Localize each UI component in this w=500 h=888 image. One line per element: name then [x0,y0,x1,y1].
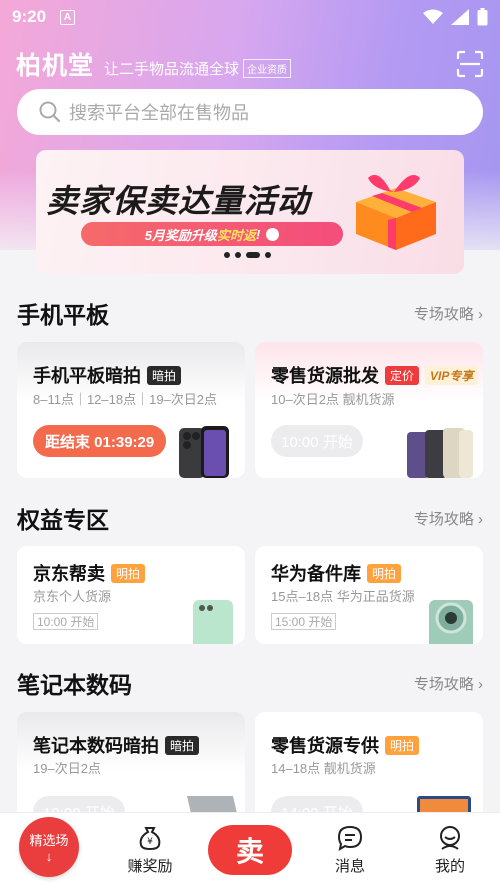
card-tag: 明拍 [385,735,420,755]
section-laptops-header: 笔记本数码 专场攻略 › [17,668,483,698]
section-guide-link[interactable]: 专场攻略 › [414,508,483,529]
card-title-text: 京东帮卖 [33,564,105,584]
money-bag-icon: ¥ [139,827,161,851]
card-tag: 暗拍 [165,735,200,755]
status-icons [423,8,488,26]
card-title: 京东帮卖 明拍 [33,560,146,586]
section-rights-header: 权益专区 专场攻略 › [17,503,483,533]
nav-messages[interactable]: 消息 [310,813,390,888]
vip-tag: VIP专享 [425,365,479,385]
svg-text:¥: ¥ [147,837,153,847]
huawei-phone-image [429,600,473,644]
card-subtitle: 京东个人货源 [33,589,112,604]
card-title-text: 手机平板暗拍 [33,366,141,386]
card-subtitle: 14–18点 靓机货源 [271,761,376,776]
pagination-dot[interactable] [224,252,230,258]
card-subtitle: 10–次日2点 靓机货源 [271,392,395,407]
card-subtitle: 15点–18点 华为正品货源 [271,589,415,604]
start-time-box: 15:00 开始 [271,613,337,630]
card-title-text: 零售货源专供 [271,736,379,756]
section-title: 笔记本数码 [17,672,132,698]
nav-mine[interactable]: 我的 [410,813,490,888]
enterprise-qualification-link[interactable]: 企业资质 [243,58,292,78]
card-title-text: 笔记本数码暗拍 [33,736,159,756]
card-title: 笔记本数码暗拍 暗拍 [33,732,200,758]
section-guide-link[interactable]: 专场攻略 › [414,673,483,694]
nav-mine-label: 我的 [434,858,465,875]
card-title: 零售货源专供 明拍 [271,732,420,758]
section-title: 权益专区 [17,507,109,533]
phone-product-image [179,426,229,478]
app-slogan: 让二手物品流通全球 [104,60,240,78]
start-time-box: 10:00 开始 [33,613,99,630]
card-subtitle: 8–11点｜12–18点｜19–次日2点 [33,392,218,407]
retail-wholesale-card[interactable]: 零售货源批发 定价 VIP专享 10–次日2点 靓机货源 10:00 开始 [255,342,483,478]
pagination-dot[interactable] [265,252,271,258]
card-title: 手机平板暗拍 暗拍 [33,362,182,388]
pagination-dot-active[interactable] [246,252,260,258]
banner-pagination [224,252,271,258]
nav-rewards[interactable]: ¥ 赚奖励 [110,813,190,888]
section-guide-link[interactable]: 专场攻略 › [414,303,483,324]
card-title-text: 华为备件库 [271,564,361,584]
banner-pill: 5月奖励升级 实时返 ! [81,222,343,246]
gift-box-icon [356,174,436,250]
arrow-circle-icon [266,227,280,241]
battery-icon [477,8,488,26]
status-bar: 9:20 A [0,0,500,34]
signal-icon [451,9,469,25]
status-time: 9:20 [12,7,47,26]
phones-product-image [407,428,473,478]
wifi-icon [423,9,443,24]
pagination-dot[interactable] [235,252,241,258]
search-placeholder: 搜索平台全部在售物品 [69,103,249,123]
banner-pill-suffix: ! [255,226,261,242]
nav-rewards-label: 赚奖励 [127,858,173,875]
notification-icon: A [60,9,76,25]
scan-icon[interactable] [456,50,484,78]
bottom-nav: 精选场 ↓ ¥ 赚奖励 卖 消息 我的 [0,812,500,888]
banner-pill-prefix: 5月奖励升级 [144,227,217,243]
card-title: 华为备件库 明拍 [271,560,402,586]
huawei-parts-card[interactable]: 华为备件库 明拍 15点–18点 华为正品货源 15:00 开始 [255,546,483,644]
phones-blind-auction-card[interactable]: 手机平板暗拍 暗拍 8–11点｜12–18点｜19–次日2点 距结束 01:39… [17,342,245,478]
card-tag: 定价 [385,365,420,385]
promo-banner[interactable]: 卖家保卖达量活动 5月奖励升级 实时返 ! [36,150,464,274]
banner-pill-highlight: 实时返 [216,227,256,243]
app-logo: 柏机堂 [16,51,95,80]
app-header: 柏机堂 让二手物品流通全球 企业资质 [16,46,484,82]
jd-consign-card[interactable]: 京东帮卖 明拍 京东个人货源 10:00 开始 [17,546,245,644]
card-tag: 明拍 [367,563,402,583]
card-title: 零售货源批发 定价 VIP专享 [271,362,479,388]
start-time-pill: 10:00 开始 [271,425,363,457]
nav-featured-label: 精选场 [29,833,69,848]
card-tag: 明拍 [111,563,146,583]
search-bar[interactable]: 搜索平台全部在售物品 [17,89,483,135]
search-icon [39,101,61,123]
nav-messages-label: 消息 [334,858,365,875]
section-phones-header: 手机平板 专场攻略 › [17,298,483,328]
nav-featured[interactable]: 精选场 ↓ [19,817,79,877]
green-phone-image [193,600,233,644]
section-title: 手机平板 [17,302,109,328]
arrow-down-icon: ↓ [45,849,53,864]
sell-button[interactable]: 卖 [208,825,292,875]
card-title-text: 零售货源批发 [271,366,379,386]
profile-icon [440,826,460,850]
card-subtitle: 19–次日2点 [33,761,101,776]
card-tag: 暗拍 [147,365,182,385]
countdown-badge: 距结束 01:39:29 [33,425,167,457]
banner-title: 卖家保卖达量活动 [46,183,311,219]
chat-bubble-icon [337,825,363,851]
